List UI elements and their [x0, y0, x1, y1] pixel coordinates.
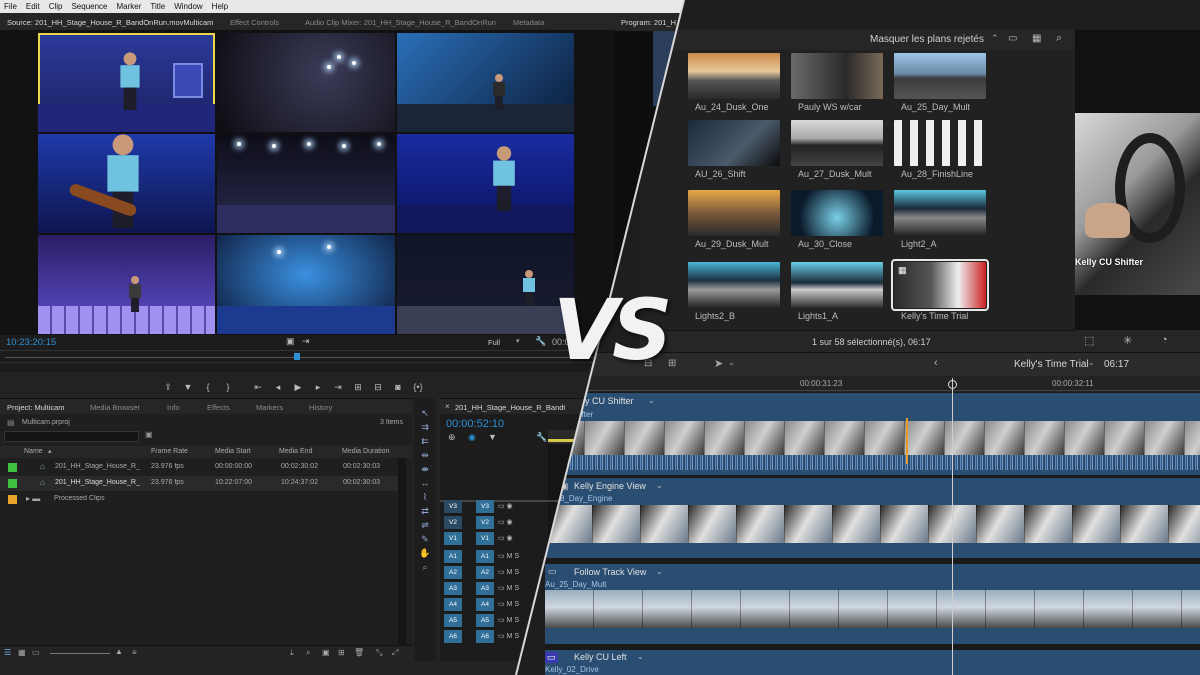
vs-label: VS: [553, 281, 672, 379]
comparison-screenshot: File Edit Clip Sequence Marker Title Window Hel…: [0, 0, 1200, 675]
